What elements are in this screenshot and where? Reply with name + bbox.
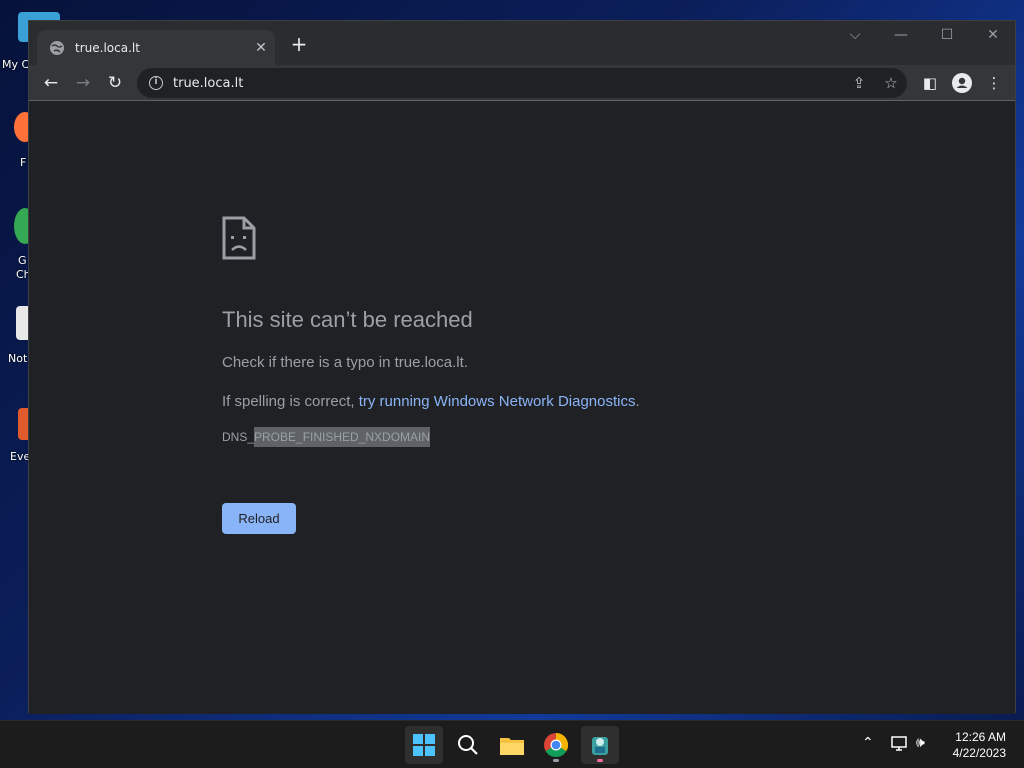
sad-page-icon — [222, 216, 256, 260]
chrome-taskbar-button[interactable] — [537, 726, 575, 764]
share-icon[interactable]: ⇪ — [843, 74, 875, 92]
running-indicator — [553, 759, 559, 762]
close-window-button[interactable]: ✕ — [978, 27, 1008, 43]
close-tab-icon[interactable]: ✕ — [247, 40, 275, 56]
back-arrow-icon[interactable]: ← — [39, 71, 63, 95]
typo-check-text: Check if there is a typo in true.loca.lt… — [222, 354, 468, 371]
star-icon[interactable]: ☆ — [875, 74, 907, 92]
desktop-icon-chrome[interactable]: G Ch — [0, 204, 36, 284]
show-hidden-icons-icon[interactable]: ⌃ — [862, 735, 874, 751]
file-explorer-button[interactable] — [493, 726, 531, 764]
start-button[interactable] — [405, 726, 443, 764]
reload-icon[interactable]: ↻ — [103, 71, 127, 95]
active-app-icon — [592, 737, 608, 755]
desktop-icon-firefox[interactable]: F — [0, 108, 36, 172]
desktop-icon-label: My C — [2, 58, 28, 71]
kebab-menu-icon[interactable]: ⋮ — [982, 71, 1006, 95]
title-bar: true.loca.lt ✕ + ⌵ — ☐ ✕ — [29, 21, 1015, 65]
browser-tab[interactable]: true.loca.lt ✕ — [37, 30, 275, 65]
profile-icon[interactable] — [950, 71, 974, 95]
error-code: DNS_PROBE_FINISHED_NXDOMAIN — [222, 427, 431, 447]
clock-date: 4/22/2023 — [952, 746, 1006, 760]
minimize-button[interactable]: — — [886, 27, 916, 43]
running-indicator — [597, 759, 603, 762]
browser-window: true.loca.lt ✕ + ⌵ — ☐ ✕ ← → ↻ i true.lo… — [28, 20, 1016, 714]
file-explorer-icon — [500, 738, 524, 755]
active-app-button[interactable] — [581, 726, 619, 764]
search-icon — [458, 735, 478, 755]
address-text[interactable]: true.loca.lt — [173, 76, 843, 91]
reload-button[interactable]: Reload — [222, 503, 296, 534]
tab-search-icon[interactable]: ⌵ — [840, 27, 870, 43]
search-button[interactable] — [449, 726, 487, 764]
network-icon[interactable] — [891, 735, 909, 755]
start-icon — [413, 734, 435, 756]
tab-title: true.loca.lt — [75, 40, 140, 55]
volume-icon[interactable]: 🕪 — [916, 735, 925, 751]
forward-arrow-icon[interactable]: → — [71, 71, 95, 95]
chrome-icon — [544, 733, 568, 757]
taskbar: ⌃ 🕪 12:26 AM 4/22/2023 — [0, 720, 1024, 768]
toolbar: ← → ↻ i true.loca.lt ⇪ ☆ ◧ ⋮ — [29, 65, 1015, 101]
error-code-prefix: DNS_ — [222, 430, 255, 444]
globe-icon — [50, 40, 64, 55]
system-clock[interactable]: 12:26 AM 4/22/2023 — [953, 729, 1006, 761]
error-code-selected: PROBE_FINISHED_NXDOMAIN — [254, 427, 431, 447]
spelling-prefix: If spelling is correct, — [222, 393, 359, 410]
error-page: This site can’t be reached Check if ther… — [29, 102, 1015, 714]
desktop-icon-this-pc[interactable]: My C — [0, 10, 60, 80]
desktop-icon-notepad[interactable]: Not — [0, 304, 32, 368]
error-heading: This site can’t be reached — [222, 307, 473, 332]
spelling-text: If spelling is correct, try running Wind… — [222, 393, 640, 410]
desktop-icon-app[interactable]: Eve — [0, 404, 32, 468]
spelling-suffix: . — [635, 393, 640, 410]
side-panel-icon[interactable]: ◧ — [918, 71, 942, 95]
address-bar[interactable]: i true.loca.lt ⇪ ☆ — [137, 68, 907, 98]
clock-time: 12:26 AM — [955, 730, 1006, 744]
maximize-button[interactable]: ☐ — [932, 27, 962, 43]
network-diagnostics-link[interactable]: try running Windows Network Diagnostics — [359, 393, 636, 410]
site-info-icon[interactable]: i — [149, 76, 163, 90]
new-tab-button[interactable]: + — [288, 33, 310, 55]
